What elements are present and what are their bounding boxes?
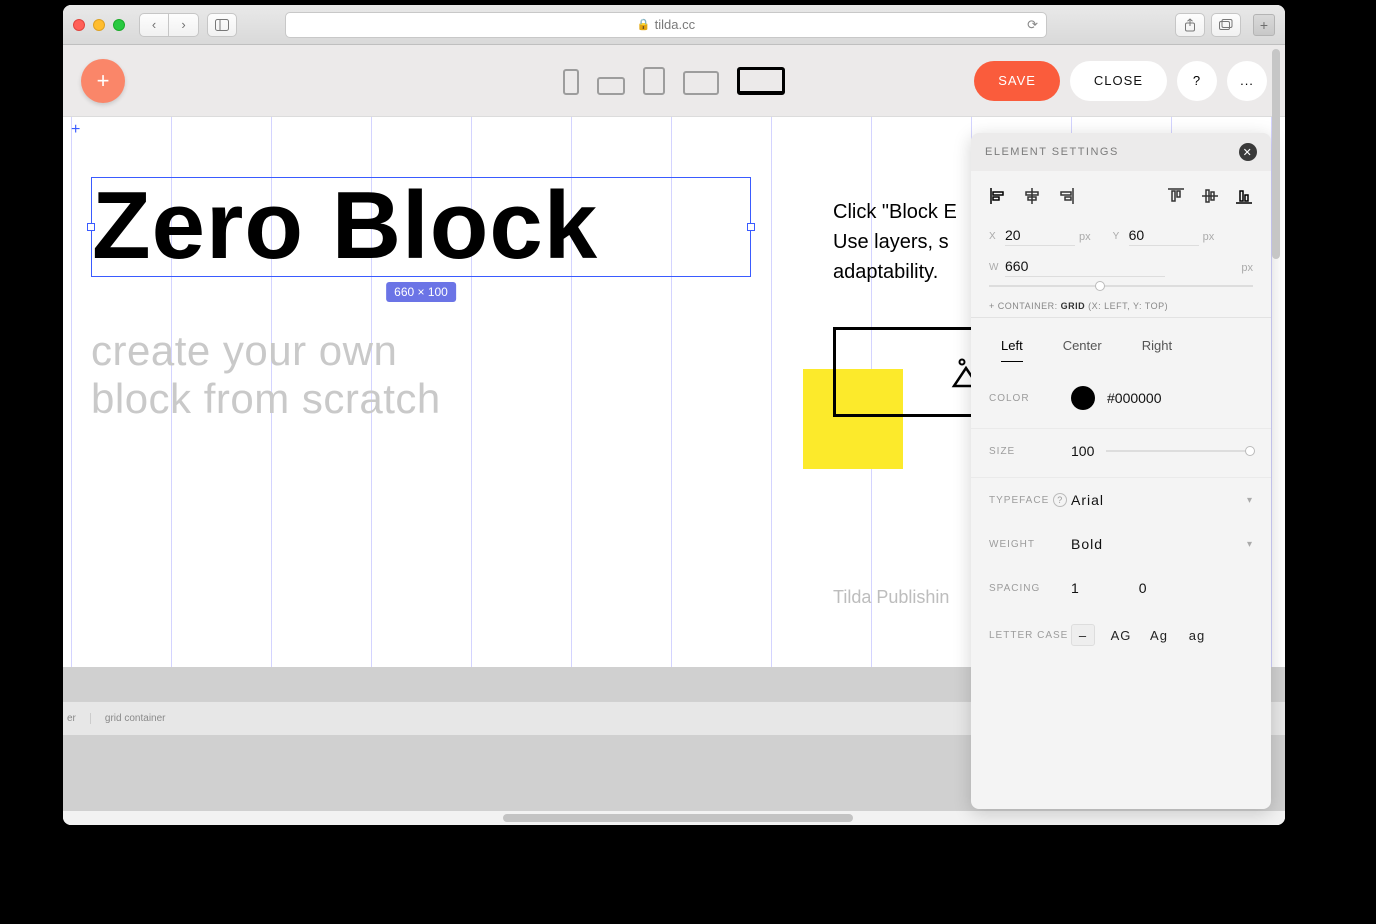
x-input[interactable]: 20 [1005, 227, 1075, 246]
selection-size-badge: 660 × 100 [386, 282, 456, 302]
add-element-button[interactable]: + [81, 59, 125, 103]
browser-chrome: ‹ › 🔒 tilda.cc ⟳ + [63, 5, 1285, 45]
lettercase-lower[interactable]: ag [1185, 624, 1209, 646]
lettercase-title[interactable]: Ag [1147, 624, 1171, 646]
text-align-tabs: Left Center Right [971, 318, 1271, 372]
close-window-icon[interactable] [73, 19, 85, 31]
window-controls [73, 19, 125, 31]
line-spacing-input[interactable]: 0 [1139, 580, 1147, 596]
scrollbar-thumb[interactable] [503, 814, 853, 822]
lettercase-label: LETTER CASE [989, 630, 1071, 641]
address-bar[interactable]: 🔒 tilda.cc ⟳ [285, 12, 1047, 38]
url-text: tilda.cc [655, 17, 695, 32]
width-slider[interactable] [989, 285, 1253, 287]
color-label: COLOR [989, 393, 1071, 404]
typeface-label: TYPEFACE? [989, 493, 1071, 507]
footer-text[interactable]: Tilda Publishin [833, 587, 949, 608]
more-button[interactable]: ... [1227, 61, 1267, 101]
new-tab-button[interactable]: + [1253, 14, 1275, 36]
y-label: Y [1113, 231, 1129, 242]
device-phone-icon[interactable] [563, 69, 579, 95]
weight-select[interactable]: Bold ▾ [1071, 536, 1253, 552]
share-icon[interactable] [1175, 13, 1205, 37]
tabs-icon[interactable] [1211, 13, 1241, 37]
breadcrumb-item[interactable]: grid container [90, 713, 166, 724]
color-value[interactable]: #000000 [1107, 390, 1162, 406]
align-bottom-icon[interactable] [1235, 187, 1253, 205]
align-center-h-icon[interactable] [1023, 187, 1041, 205]
chevron-down-icon: ▾ [1247, 495, 1253, 506]
spacing-label: SPACING [989, 583, 1071, 594]
panel-title: ELEMENT SETTINGS [985, 146, 1119, 158]
panel-close-button[interactable]: ✕ [1239, 143, 1257, 161]
zoom-window-icon[interactable] [113, 19, 125, 31]
letter-spacing-input[interactable]: 1 [1071, 580, 1079, 596]
scrollbar-thumb[interactable] [1272, 49, 1280, 259]
size-slider[interactable] [1106, 450, 1253, 452]
help-button[interactable]: ? [1177, 61, 1217, 101]
lettercase-upper[interactable]: AG [1109, 624, 1133, 646]
back-button[interactable]: ‹ [139, 13, 169, 37]
resize-handle-right[interactable] [747, 223, 755, 231]
typeface-select[interactable]: Arial ▾ [1071, 492, 1253, 508]
x-label: X [989, 231, 1005, 242]
weight-label: WEIGHT [989, 539, 1071, 550]
device-desktop-icon[interactable] [737, 67, 785, 95]
align-center-v-icon[interactable] [1201, 187, 1219, 205]
device-tablet-icon[interactable] [643, 67, 665, 95]
panel-header: ELEMENT SETTINGS ✕ [971, 133, 1271, 171]
tab-align-right[interactable]: Right [1142, 338, 1172, 362]
forward-button[interactable]: › [169, 13, 199, 37]
slider-knob[interactable] [1245, 446, 1255, 456]
tab-align-center[interactable]: Center [1063, 338, 1102, 362]
resize-handle-left[interactable] [87, 223, 95, 231]
align-right-icon[interactable] [1057, 187, 1075, 205]
subheadline-text[interactable]: create your own block from scratch [91, 327, 441, 424]
minimize-window-icon[interactable] [93, 19, 105, 31]
save-button[interactable]: SAVE [974, 61, 1060, 101]
device-phone-land-icon[interactable] [597, 77, 625, 95]
w-input[interactable]: 660 [1005, 258, 1165, 277]
selected-text-element[interactable]: Zero Block 660 × 100 [91, 177, 751, 277]
ruler-add-icon[interactable]: + [71, 121, 80, 139]
browser-window: ‹ › 🔒 tilda.cc ⟳ + + [63, 5, 1285, 825]
breadcrumb-item[interactable]: er [67, 713, 76, 724]
device-tablet-land-icon[interactable] [683, 71, 719, 95]
y-input[interactable]: 60 [1129, 227, 1199, 246]
lettercase-none[interactable]: – [1071, 624, 1095, 646]
sidebar-toggle-icon[interactable] [207, 13, 237, 37]
app-toolbar: + SAVE CLOSE ? ... [63, 45, 1285, 117]
color-swatch[interactable] [1071, 386, 1095, 410]
align-left-icon[interactable] [989, 187, 1007, 205]
chevron-down-icon: ▾ [1247, 539, 1253, 550]
size-label: SIZE [989, 446, 1071, 457]
container-note: + CONTAINER: GRID (X: LEFT, Y: TOP) [989, 301, 1253, 311]
reload-icon[interactable]: ⟳ [1027, 17, 1038, 33]
element-settings-panel: ELEMENT SETTINGS ✕ X 20 px [971, 133, 1271, 809]
align-top-icon[interactable] [1167, 187, 1185, 205]
lock-icon: 🔒 [637, 18, 651, 31]
help-icon[interactable]: ? [1053, 493, 1067, 507]
w-label: W [989, 262, 1005, 273]
headline-text[interactable]: Zero Block [92, 178, 750, 274]
size-value[interactable]: 100 [1071, 443, 1094, 459]
vertical-scrollbar[interactable] [1269, 47, 1283, 823]
device-preview-switcher [563, 67, 785, 95]
horizontal-scrollbar[interactable] [63, 811, 1285, 825]
tab-align-left[interactable]: Left [1001, 338, 1023, 362]
close-button[interactable]: CLOSE [1070, 61, 1167, 101]
slider-knob[interactable] [1095, 281, 1105, 291]
